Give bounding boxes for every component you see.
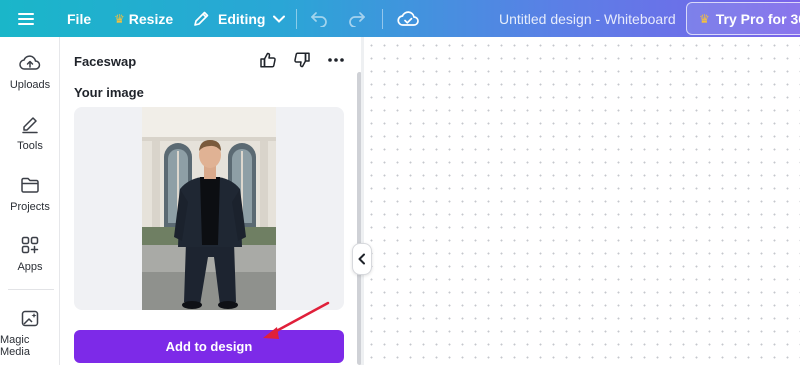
rail-label: Apps — [17, 261, 43, 273]
crown-icon: ♛ — [114, 11, 125, 26]
rail-item-apps[interactable]: Apps — [0, 234, 60, 273]
apps-grid-icon — [19, 234, 41, 256]
whiteboard-canvas[interactable] — [361, 37, 800, 365]
divider — [296, 9, 297, 29]
crown-icon: ♛ — [699, 11, 710, 26]
folder-icon — [19, 174, 41, 196]
pen-tool-icon — [19, 113, 41, 135]
more-options-icon[interactable] — [327, 51, 345, 74]
thumbs-down-icon[interactable] — [293, 51, 311, 74]
your-image-heading: Your image — [74, 85, 144, 100]
thumbs-up-icon[interactable] — [259, 51, 277, 74]
editing-label: Editing — [218, 10, 266, 27]
chevron-left-icon — [358, 253, 365, 265]
try-pro-label: Try Pro for 30 d — [715, 10, 800, 27]
annotation-arrow-icon — [255, 298, 335, 348]
rail-label: Magic Media — [0, 334, 30, 358]
editing-mode-dropdown[interactable]: Editing — [192, 0, 293, 37]
pencil-icon — [194, 11, 209, 26]
rail-label: Uploads — [9, 79, 51, 91]
top-bar: File ♛ Resize Editing Untitled design - … — [0, 0, 800, 37]
document-title[interactable]: Untitled design - Whiteboard — [499, 0, 676, 37]
resize-label: Resize — [128, 10, 174, 27]
uploaded-photo[interactable] — [142, 107, 276, 310]
panel-title: Faceswap — [74, 54, 137, 69]
divider — [382, 9, 383, 29]
rail-label: Projects — [10, 201, 50, 213]
divider — [8, 289, 54, 290]
chevron-down-icon — [273, 15, 286, 23]
canvas-edge — [361, 37, 364, 365]
file-menu-button[interactable]: File — [67, 0, 91, 37]
undo-icon[interactable] — [310, 0, 328, 37]
cloud-upload-icon — [19, 52, 41, 74]
rail-item-magic-media[interactable]: Magic Media — [0, 307, 60, 358]
magic-media-icon — [19, 307, 41, 329]
rail-label: Tools — [17, 140, 43, 152]
image-preview-frame — [74, 107, 344, 310]
redo-icon[interactable] — [348, 0, 366, 37]
hamburger-icon[interactable] — [18, 0, 34, 37]
rail-item-uploads[interactable]: Uploads — [0, 52, 60, 91]
collapse-panel-button[interactable] — [352, 243, 372, 275]
left-rail: Uploads Tools Projects Apps Magic Media — [0, 37, 60, 365]
rail-item-tools[interactable]: Tools — [0, 113, 60, 152]
try-pro-button[interactable]: ♛ Try Pro for 30 d — [686, 2, 800, 35]
resize-button[interactable]: ♛ Resize — [114, 0, 173, 37]
cloud-saved-icon[interactable] — [397, 0, 419, 37]
rail-item-projects[interactable]: Projects — [0, 174, 60, 213]
